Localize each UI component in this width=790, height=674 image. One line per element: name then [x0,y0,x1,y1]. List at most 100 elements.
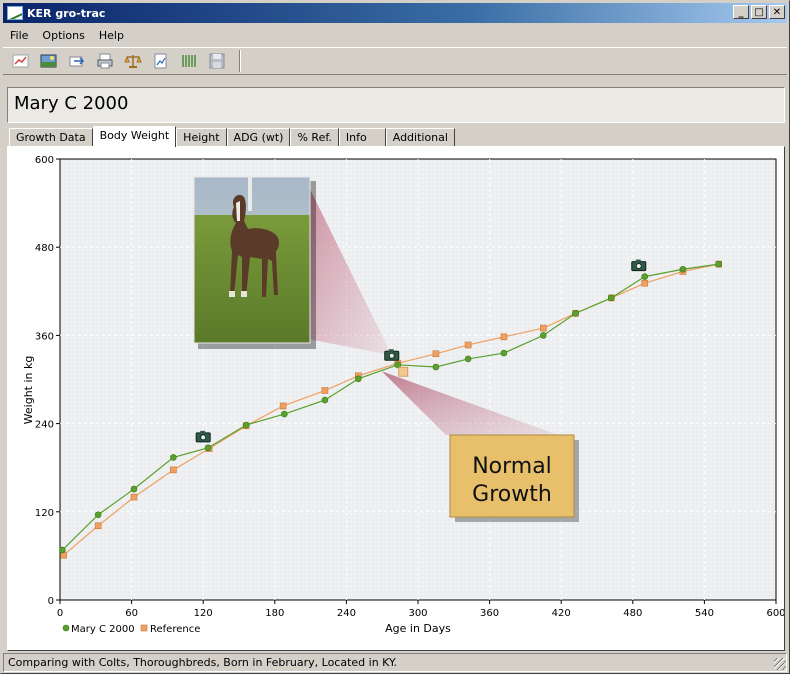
data-point-horse[interactable] [59,546,66,554]
data-point-reference[interactable] [464,341,472,349]
data-point-horse[interactable] [242,421,250,429]
data-grid-button[interactable] [177,50,200,72]
data-point-reference[interactable] [170,466,177,474]
tab-growth-data[interactable]: Growth Data [9,128,93,147]
data-point-horse[interactable] [355,375,362,383]
tab-height[interactable]: Height [176,128,227,147]
legend-marker-horse [62,624,70,632]
scale-icon [123,55,142,68]
data-grid-icon [181,55,196,67]
window-controls: _ □ ✕ [733,5,785,19]
body-weight-chart: 0 60 120 180 240 300 360 420 480 540 600 0 120 240 360… [22,155,786,635]
export-button[interactable] [65,50,88,72]
data-point-horse[interactable] [715,260,723,268]
window-title: KER gro-trac [27,6,106,20]
data-point-horse[interactable] [608,294,615,302]
data-point-reference[interactable] [539,324,547,332]
tab-strip: Growth Data Body Weight Height ADG (wt) … [9,126,455,147]
highlighted-point[interactable] [398,366,409,377]
data-point-horse[interactable] [321,396,329,404]
menu-help[interactable]: Help [98,27,125,44]
data-point-reference[interactable] [500,333,508,341]
x-tick-label: 240 [337,608,356,619]
photo-icon [40,54,56,68]
data-point-horse[interactable] [94,511,102,519]
data-point-reference[interactable] [130,493,138,501]
print-icon [97,53,112,69]
data-point-reference[interactable] [321,387,329,394]
x-tick-label: 540 [695,608,714,619]
x-tick-label: 60 [125,608,138,619]
y-tick-label: 240 [35,420,54,431]
camera-top [388,349,394,353]
chart-panel: 0 60 120 180 240 300 360 420 480 540 600 0 120 240 360… [7,146,786,651]
resize-grip[interactable] [774,658,786,670]
data-point-horse[interactable] [464,355,472,363]
x-tick-label: 600 [766,608,784,619]
camera-top [635,259,641,263]
data-point-reference[interactable] [279,402,287,410]
toolbar-separator [239,50,241,72]
data-point-horse[interactable] [170,454,177,461]
x-axis-label: Age in Days [385,622,451,635]
data-point-horse[interactable] [204,444,212,452]
toolbar [3,47,787,75]
scale-button[interactable] [121,50,144,72]
tab-additional[interactable]: Additional [385,128,455,147]
y-tick-label: 120 [35,508,54,519]
data-point-horse[interactable] [572,310,579,317]
data-point-horse[interactable] [432,363,440,371]
data-point-horse[interactable] [539,332,547,339]
x-tick-label: 180 [265,608,284,619]
data-point-horse[interactable] [679,265,687,273]
legend-marker-reference [140,624,148,632]
minimize-button[interactable]: _ [733,5,749,19]
tab-body-weight[interactable]: Body Weight [92,126,177,147]
y-tick-label: 480 [35,243,54,254]
data-point-reference[interactable] [94,522,102,530]
camera-lens [200,434,207,441]
report-button[interactable] [149,50,172,72]
data-point-horse[interactable] [500,349,508,357]
tab-adg-wt[interactable]: ADG (wt) [226,128,291,147]
app-icon [7,6,23,20]
save-button[interactable] [205,50,228,72]
data-point-horse[interactable] [281,410,288,418]
data-point-reference[interactable] [641,279,649,287]
menu-options[interactable]: Options [41,27,85,44]
camera-icon[interactable] [384,349,400,361]
photo-button[interactable] [37,50,60,72]
print-button[interactable] [93,50,116,72]
horse-name-field: Mary C 2000 [7,87,785,123]
maximize-button[interactable]: □ [751,5,767,19]
y-tick-label: 360 [35,331,54,342]
callout-line1: Normal [472,454,552,479]
foal-photo[interactable] [193,176,311,344]
data-point-reference[interactable] [432,350,440,358]
export-icon [69,56,84,67]
legend-label-reference: Reference [150,624,200,635]
camera-lens [388,352,395,359]
y-tick-label: 600 [35,155,54,166]
title-bar[interactable]: KER gro-trac _ □ ✕ [3,3,787,23]
status-bar: Comparing with Colts, Thoroughbreds, Bor… [3,653,787,672]
data-point-horse[interactable] [641,273,649,280]
menu-file[interactable]: File [9,27,29,44]
camera-icon[interactable] [631,259,647,272]
x-tick-label: 120 [194,608,213,619]
camera-lens [635,263,642,269]
camera-icon[interactable] [195,430,211,443]
tab-info[interactable]: Info [338,128,386,147]
x-tick-label: 360 [480,608,499,619]
new-chart-button[interactable] [9,50,32,72]
tab-percent-ref[interactable]: % Ref. [290,128,339,147]
close-button[interactable]: ✕ [769,5,785,19]
x-tick-label: 480 [623,608,642,619]
data-point-horse[interactable] [130,485,138,493]
callout-line2: Growth [472,482,552,507]
y-axis-label: Weight in kg [22,356,35,425]
new-chart-icon [12,54,28,68]
report-icon [154,53,166,69]
camera-top [200,430,206,434]
foal-sock [229,291,235,297]
